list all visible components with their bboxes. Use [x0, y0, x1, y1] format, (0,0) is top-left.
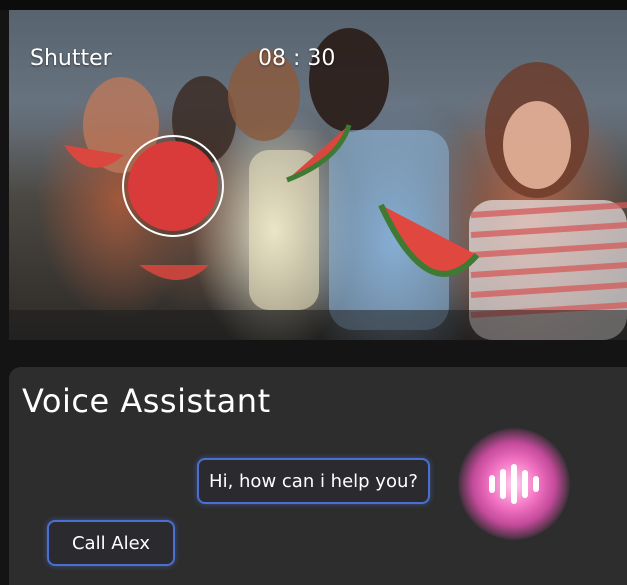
user-message-text: Call Alex [71, 532, 151, 554]
recording-timer: 08 : 30 [258, 46, 336, 71]
voice-wave-bar [500, 469, 506, 499]
voice-input-button[interactable] [458, 428, 570, 540]
camera-mode-label: Shutter [30, 46, 112, 71]
shutter-button[interactable] [122, 135, 224, 237]
voice-assistant-title: Voice Assistant [22, 382, 271, 420]
shutter-record-icon [128, 141, 218, 231]
voice-wave-icon [489, 464, 539, 504]
user-message-bubble[interactable]: Call Alex [47, 520, 175, 566]
voice-wave-bar [522, 470, 528, 498]
assistant-message-bubble: Hi, how can i help you? [197, 458, 430, 504]
voice-wave-bar [489, 475, 495, 493]
top-status-strip [0, 0, 627, 10]
voice-wave-bar [533, 476, 539, 492]
camera-viewfinder: Shutter 08 : 30 [9, 10, 627, 340]
voice-wave-bar [511, 464, 517, 504]
assistant-message-text: Hi, how can i help you? [209, 470, 418, 492]
